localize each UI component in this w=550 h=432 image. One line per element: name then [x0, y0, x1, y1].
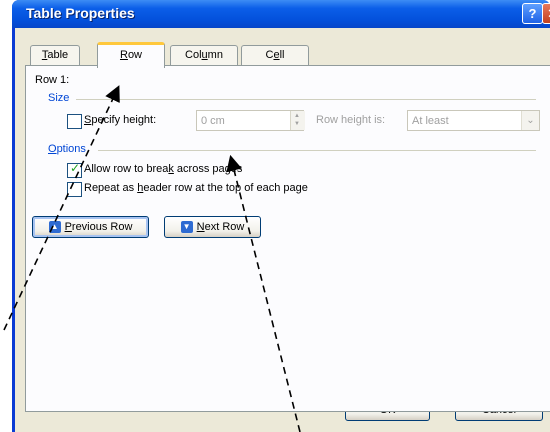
dialog-title: Table Properties: [26, 5, 135, 21]
row-height-is-label: Row height is:: [316, 114, 386, 126]
arrow-down-icon: ▼: [180, 221, 193, 234]
size-group-title: Size: [48, 92, 70, 104]
size-group-divider: [76, 99, 536, 100]
row-tab-panel: Row 1: Size Specify height: 0 cm ▲ ▼ Row…: [25, 65, 550, 412]
check-icon: ✓: [70, 161, 81, 175]
allow-break-checkbox[interactable]: ✓: [67, 161, 82, 178]
previous-row-button[interactable]: ▲ Previous Row: [32, 216, 149, 238]
chevron-down-icon[interactable]: ⌄: [521, 111, 539, 130]
close-button[interactable]: ✕: [542, 3, 550, 24]
row-height-is-select[interactable]: At least ⌄: [407, 110, 540, 131]
tab-column[interactable]: Column: [170, 45, 238, 65]
options-group-divider: [98, 150, 536, 151]
dialog-body: Table Row Column Cell Row 1: Size Specif…: [15, 28, 550, 432]
specify-height-label[interactable]: Specify height:: [84, 114, 156, 126]
dialog-window: Table Properties ? ✕ Table Row Column Ce…: [12, 0, 550, 432]
tab-cell[interactable]: Cell: [241, 45, 309, 65]
next-row-button[interactable]: ▼ Next Row: [164, 216, 261, 238]
tab-row[interactable]: Row: [97, 42, 165, 68]
options-group-title: Options: [48, 143, 86, 155]
arrow-up-icon: ▲: [48, 221, 61, 234]
row-title: Row 1:: [35, 74, 70, 86]
allow-break-label[interactable]: Allow row to break across pages: [84, 163, 242, 175]
spin-down-icon[interactable]: ▼: [294, 121, 300, 128]
specify-height-checkbox[interactable]: [67, 114, 82, 129]
repeat-header-label[interactable]: Repeat as header row at the top of each …: [84, 182, 308, 194]
repeat-header-checkbox[interactable]: [67, 182, 82, 197]
help-button[interactable]: ?: [522, 3, 543, 24]
height-spinner[interactable]: ▲ ▼: [290, 111, 305, 130]
spin-up-icon[interactable]: ▲: [294, 113, 300, 120]
tab-table[interactable]: Table: [30, 45, 80, 65]
title-bar: Table Properties ? ✕: [12, 0, 550, 28]
height-input[interactable]: 0 cm ▲ ▼: [196, 110, 305, 131]
